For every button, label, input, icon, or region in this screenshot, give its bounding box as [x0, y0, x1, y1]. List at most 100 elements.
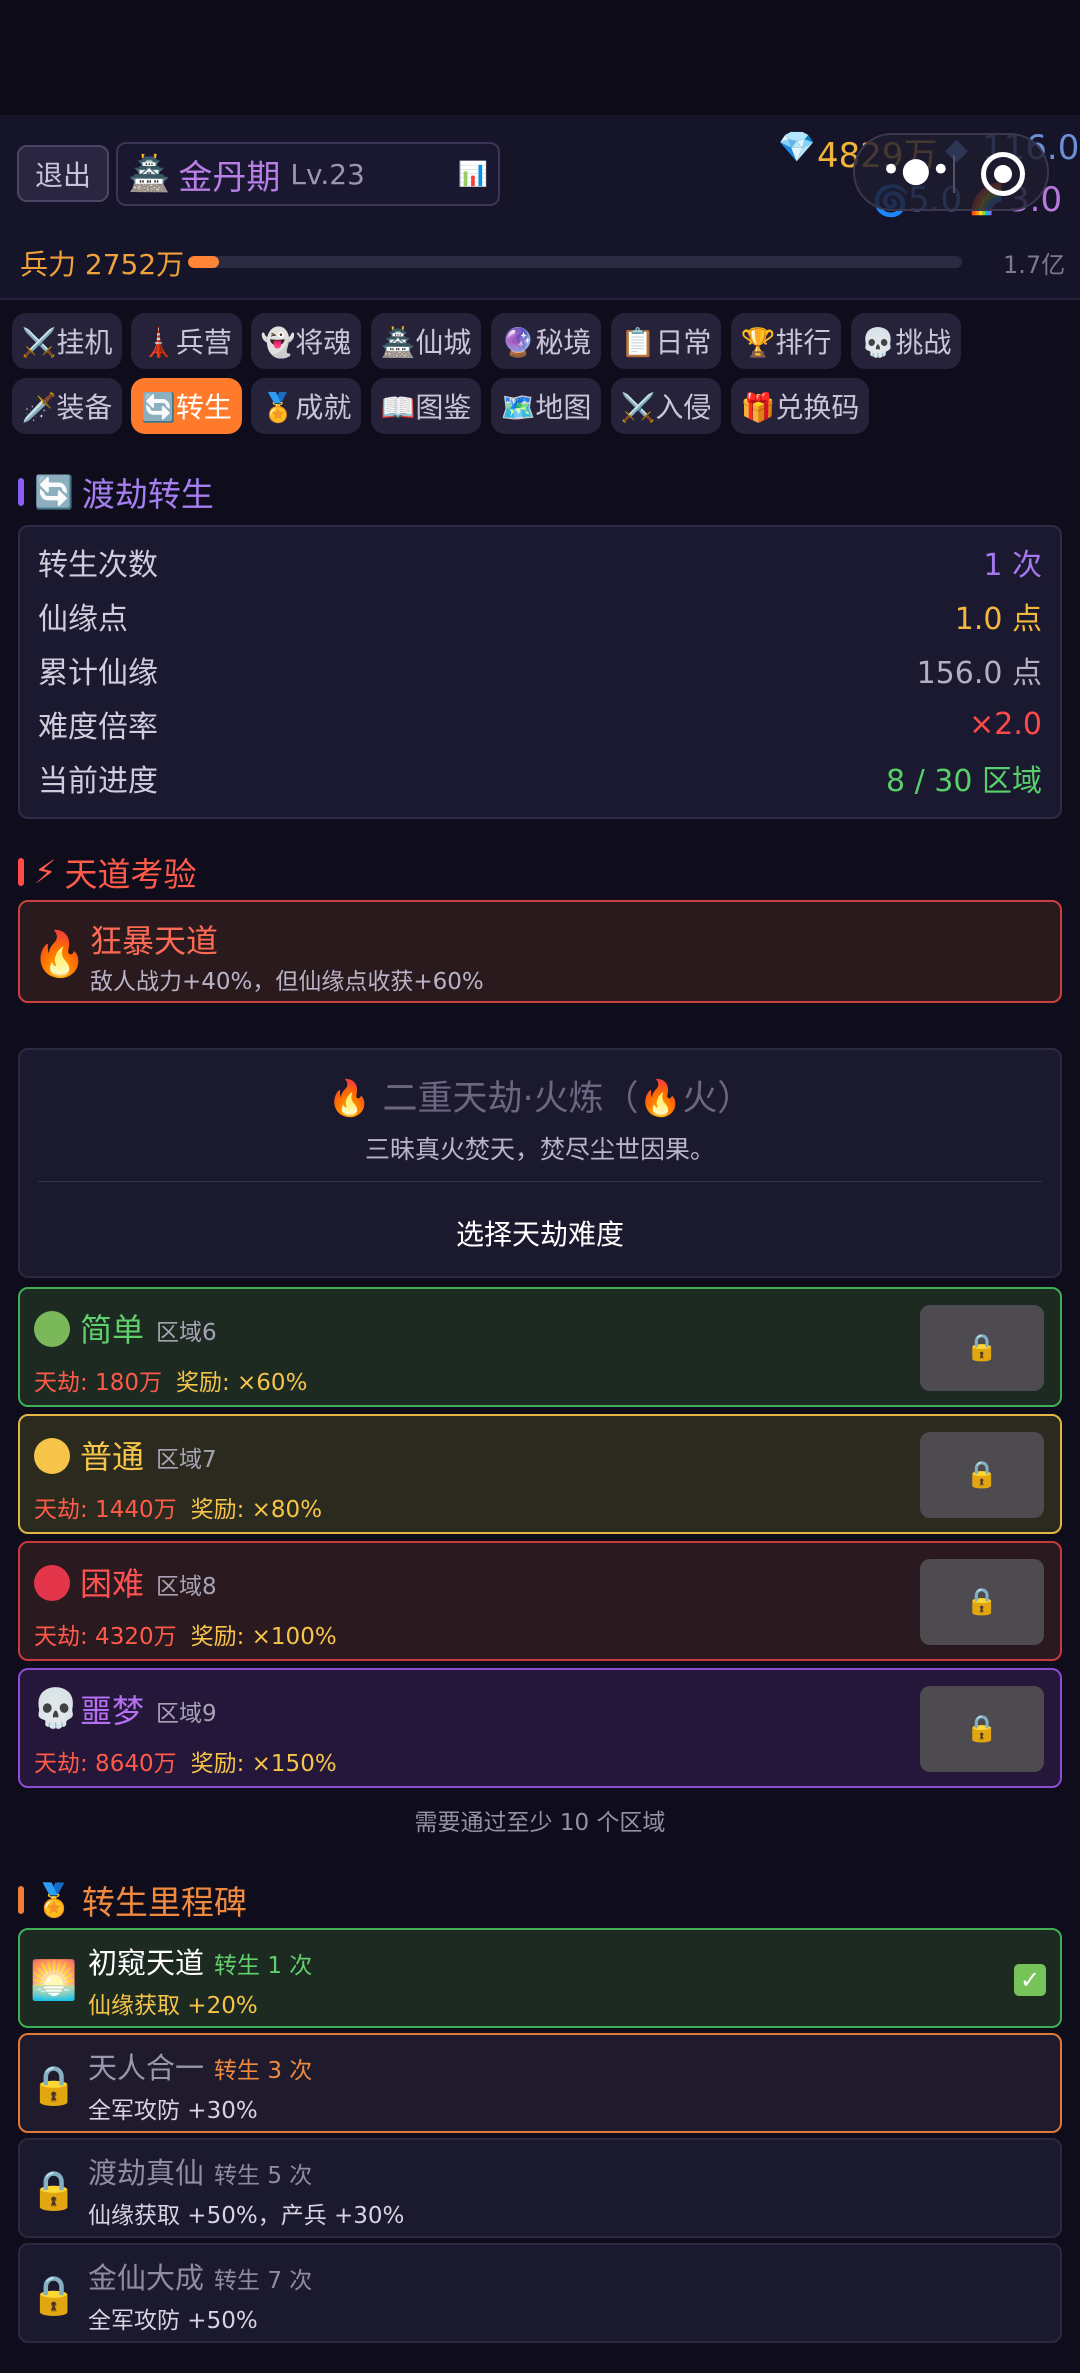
choose-difficulty-label: 选择天劫难度: [455, 1218, 624, 1251]
trial-section-title: ⚡ 天道考验: [18, 848, 196, 896]
trial-title-text: 天道考验: [64, 855, 197, 894]
tianjie-value: 天劫: 180万: [34, 1370, 162, 1396]
tab-row2-4[interactable]: 🗺️地图: [491, 378, 601, 434]
difficulty-zone: 区域7: [156, 1447, 217, 1473]
milestone-name: 初窥天道: [88, 1946, 205, 1980]
milestone-title-text: 转生里程碑: [81, 1883, 247, 1922]
trial-desc: 敌人战力+40%，但仙缘点收获+60%: [90, 969, 484, 995]
milestone-name-row: 渡劫真仙 转生 5 次: [88, 2150, 312, 2192]
tab-row1-1[interactable]: 🗼兵营: [131, 313, 242, 369]
rebirth-section-title: 🔄 渡劫转生: [18, 468, 214, 516]
lock-icon: 🔒: [30, 2273, 78, 2317]
tianjie-value: 天劫: 8640万: [34, 1751, 177, 1777]
trial-card[interactable]: 🔥 狂暴天道 敌人战力+40%，但仙缘点收获+60%: [18, 900, 1062, 1003]
difficulty-name: 普通: [80, 1438, 145, 1476]
milestone-name-row: 初窥天道 转生 1 次: [88, 1940, 312, 1982]
calamity-panel: 🔥 二重天劫·火炼（🔥火） 三昧真火焚天，焚尽尘世因果。 选择天劫难度: [18, 1048, 1062, 1278]
lock-icon: 🔒: [965, 1460, 999, 1490]
lock-icon: 🔒: [965, 1587, 999, 1617]
stat-value: 1.0 点: [954, 602, 1042, 637]
tab-row1-6[interactable]: 🏆排行: [731, 313, 841, 369]
difficulty-dot-icon: [34, 1311, 70, 1347]
skull-icon: 💀: [32, 1686, 80, 1730]
milestone-requirement: 转生 3 次: [214, 2058, 313, 2084]
troop-power-fill: [188, 256, 219, 268]
lock-button[interactable]: 🔒: [920, 1559, 1044, 1645]
stat-value: 8 / 30 区域: [886, 764, 1042, 799]
stat-label: 当前进度: [38, 764, 158, 799]
difficulty-info: 天劫: 180万 奖励: ×60%: [34, 1363, 307, 1397]
capsule-divider: [953, 155, 955, 193]
calamity-subtitle: 三昧真火焚天，焚尽尘世因果。: [364, 1135, 715, 1164]
difficulty-zone: 区域6: [156, 1320, 217, 1346]
milestone-desc: 仙缘获取 +50%，产兵 +30%: [88, 2203, 405, 2229]
tab-row2-5[interactable]: ⚔️入侵: [611, 378, 721, 434]
milestone-card: 🔒 渡劫真仙 转生 5 次仙缘获取 +50%，产兵 +30%: [18, 2138, 1062, 2238]
stat-row: 累计仙缘 156.0 点: [38, 645, 1042, 695]
realm-panel[interactable]: 🏯 金丹期 Lv.23 📊: [116, 142, 500, 206]
difficulty-card[interactable]: 💀 噩梦 区域9 天劫: 8640万 奖励: ×150% 🔒: [18, 1668, 1062, 1788]
stats-chart-icon[interactable]: 📊: [458, 160, 488, 188]
stat-row: 仙缘点 1.0 点: [38, 591, 1042, 641]
realm-level: Lv.23: [290, 157, 365, 191]
section-accent: [18, 1886, 24, 1914]
stat-row: 当前进度 8 / 30 区域: [38, 753, 1042, 803]
stat-label: 转生次数: [38, 548, 158, 583]
section-accent: [18, 478, 24, 506]
realm-name: 金丹期: [178, 157, 281, 198]
milestone-name: 金仙大成: [88, 2261, 205, 2295]
tab-row1-4[interactable]: 🔮秘境: [491, 313, 601, 369]
milestone-desc: 全军攻防 +30%: [88, 2098, 258, 2124]
pagoda-icon: 🏯: [128, 154, 171, 194]
stat-value: 1 次: [983, 548, 1042, 583]
reward-value: 奖励: ×60%: [175, 1370, 308, 1396]
exit-button[interactable]: 退出: [17, 145, 109, 202]
reward-value: 奖励: ×150%: [190, 1751, 337, 1777]
tab-row1-2[interactable]: 👻将魂: [251, 313, 361, 369]
stat-label: 累计仙缘: [38, 656, 158, 691]
difficulty-zone: 区域9: [156, 1701, 217, 1727]
milestone-name: 渡劫真仙: [88, 2156, 205, 2190]
tab-row2-3[interactable]: 📖图鉴: [371, 378, 481, 434]
difficulty-card[interactable]: 普通 区域7 天劫: 1440万 奖励: ×80% 🔒: [18, 1414, 1062, 1534]
tab-row1-0[interactable]: ⚔️挂机: [12, 313, 122, 369]
calamity-title: 🔥 二重天劫·火炼（🔥火）: [327, 1079, 753, 1119]
tab-row2-1[interactable]: 🔄转生: [131, 378, 242, 434]
milestone-name: 天人合一: [88, 2051, 205, 2085]
tab-row2-2[interactable]: 🏅成就: [251, 378, 361, 434]
more-options-icon[interactable]: •●•: [881, 153, 951, 191]
milestone-card: 🔒 金仙大成 转生 7 次全军攻防 +50%: [18, 2243, 1062, 2343]
lock-button[interactable]: 🔒: [920, 1686, 1044, 1772]
difficulty-card[interactable]: 困难 区域8 天劫: 4320万 奖励: ×100% 🔒: [18, 1541, 1062, 1661]
difficulty-card[interactable]: 简单 区域6 天劫: 180万 奖励: ×60% 🔒: [18, 1287, 1062, 1407]
difficulty-info: 天劫: 1440万 奖励: ×80%: [34, 1490, 322, 1524]
milestone-desc: 仙缘获取 +20%: [88, 1993, 258, 2019]
lock-button[interactable]: 🔒: [920, 1305, 1044, 1391]
rebirth-title-text: 渡劫转生: [81, 475, 214, 514]
difficulty-dot-icon: [34, 1438, 70, 1474]
lock-button[interactable]: 🔒: [920, 1432, 1044, 1518]
difficulty-info: 天劫: 8640万 奖励: ×150%: [34, 1744, 337, 1778]
reward-value: 奖励: ×100%: [190, 1624, 337, 1650]
divider: [38, 1181, 1042, 1182]
tab-row2-6[interactable]: 🎁兑换码: [731, 378, 869, 434]
miniprogram-capsule: •●•: [853, 133, 1049, 211]
diamond-icon: 💎: [778, 130, 816, 165]
difficulty-zone: 区域8: [156, 1574, 217, 1600]
section-accent: [18, 858, 24, 886]
tab-row2-0[interactable]: 🗡️装备: [12, 378, 122, 434]
troop-power-max: 1.7亿: [1003, 251, 1066, 279]
rebirth-icon: 🔄: [34, 473, 74, 511]
medal-icon: 🏅: [34, 1881, 74, 1919]
fire-icon: 🔥: [32, 929, 87, 980]
lock-icon: 🔒: [965, 1333, 999, 1363]
troop-power-bar: [188, 256, 962, 268]
tab-row1-7[interactable]: 💀挑战: [851, 313, 961, 369]
check-icon: ✓: [1014, 1964, 1046, 1996]
tab-row1-3[interactable]: 🏯仙城: [371, 313, 481, 369]
milestone-requirement: 转生 5 次: [214, 2163, 313, 2189]
close-target-icon[interactable]: [981, 152, 1025, 196]
stat-row: 难度倍率 ×2.0: [38, 699, 1042, 749]
lock-icon: 🔒: [30, 2063, 78, 2107]
tab-row1-5[interactable]: 📋日常: [611, 313, 721, 369]
